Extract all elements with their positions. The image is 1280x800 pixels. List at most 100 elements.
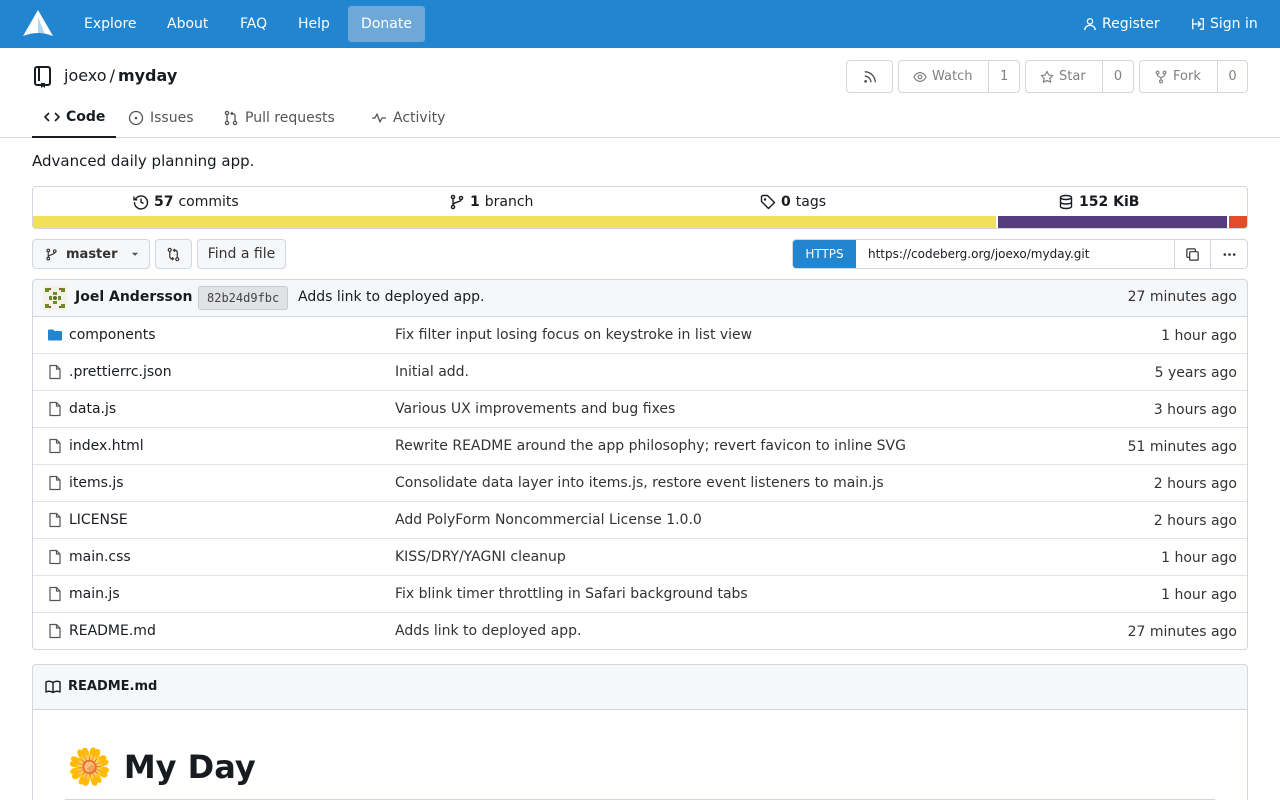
- repo-name-link[interactable]: myday: [118, 66, 177, 85]
- repo-stats: 57 commits 1 branch 0 tags 152 KiB: [32, 186, 1248, 229]
- compare-button[interactable]: [155, 239, 192, 269]
- star-count[interactable]: 0: [1102, 61, 1133, 92]
- register-link[interactable]: Register: [1083, 0, 1160, 48]
- file-name-link[interactable]: .prettierrc.json: [69, 364, 172, 380]
- nav-explore[interactable]: Explore: [84, 0, 137, 48]
- tags-label: tags: [795, 194, 826, 210]
- file-commit-message-link[interactable]: Add PolyForm Noncommercial License 1.0.0: [395, 512, 702, 528]
- size-value: 152 KiB: [1079, 194, 1140, 210]
- clone-protocol-button[interactable]: HTTPS: [793, 240, 856, 268]
- file-name-link[interactable]: main.js: [69, 586, 120, 602]
- commit-author-link[interactable]: Joel Andersson: [75, 289, 192, 305]
- branch-icon: [46, 248, 57, 260]
- signin-label: Sign in: [1210, 16, 1258, 32]
- file-commit-message-link[interactable]: Fix blink timer throttling in Safari bac…: [395, 586, 748, 602]
- tab-activity[interactable]: Activity: [371, 98, 445, 138]
- tab-pull-requests[interactable]: Pull requests: [223, 98, 335, 138]
- file-commit-message-link[interactable]: Fix filter input losing focus on keystro…: [395, 327, 752, 343]
- tag-icon: [760, 194, 776, 210]
- repo-owner-link[interactable]: joexo: [64, 66, 107, 85]
- file-commit-message-link[interactable]: Various UX improvements and bug fixes: [395, 401, 675, 417]
- nav-help[interactable]: Help: [298, 0, 330, 48]
- find-file-button[interactable]: Find a file: [197, 239, 286, 269]
- repo-icon: [34, 66, 51, 88]
- commits-stat[interactable]: 57 commits: [133, 187, 239, 217]
- repo-description: Advanced daily planning app.: [32, 152, 255, 170]
- signin-link[interactable]: Sign in: [1191, 0, 1258, 48]
- readme-heading: 🌼 My Day: [67, 743, 256, 791]
- fork-count[interactable]: 0: [1217, 61, 1247, 92]
- language-bar-segment[interactable]: [1228, 216, 1247, 228]
- table-row: main.js Fix blink timer throttling in Saf…: [33, 576, 1247, 613]
- star-button-group: Star 0: [1025, 60, 1134, 93]
- file-commit-time: 2 hours ago: [1153, 513, 1237, 529]
- register-label: Register: [1102, 16, 1160, 32]
- readme-header: README.md: [33, 665, 1247, 710]
- commits-count: 57: [154, 194, 174, 210]
- database-icon: [1059, 194, 1073, 210]
- star-button[interactable]: Star: [1026, 61, 1102, 92]
- file-name-link[interactable]: index.html: [69, 438, 144, 454]
- table-row: README.md Adds link to deployed app. 27 mi…: [33, 613, 1247, 649]
- nav-faq[interactable]: FAQ: [240, 0, 267, 48]
- file-name-link[interactable]: LICENSE: [69, 512, 128, 528]
- branch-stat[interactable]: 1 branch: [449, 187, 533, 217]
- file-commit-time: 27 minutes ago: [1127, 624, 1237, 640]
- file-commit-time: 51 minutes ago: [1127, 439, 1237, 455]
- copy-url-button[interactable]: [1175, 240, 1211, 268]
- avatar[interactable]: [43, 286, 67, 310]
- pull-request-icon: [224, 110, 238, 126]
- language-bar[interactable]: [33, 216, 1247, 228]
- file-name-link[interactable]: README.md: [69, 623, 156, 639]
- table-row: index.html Rewrite README around the app …: [33, 428, 1247, 465]
- file-name-link[interactable]: items.js: [69, 475, 124, 491]
- file-icon: [49, 364, 61, 380]
- language-bar-segment[interactable]: [33, 216, 997, 228]
- tab-activity-label: Activity: [393, 110, 446, 126]
- watch-button[interactable]: Watch: [899, 61, 988, 92]
- codeberg-logo-icon[interactable]: [22, 9, 54, 39]
- commit-message-link[interactable]: Adds link to deployed app.: [298, 289, 484, 305]
- file-icon: [49, 475, 61, 491]
- watch-count[interactable]: 1: [988, 61, 1019, 92]
- file-commit-time: 5 years ago: [1154, 365, 1237, 381]
- repo-title: joexo / myday: [64, 66, 177, 86]
- more-options-button[interactable]: [1211, 240, 1247, 268]
- fork-button[interactable]: Fork: [1140, 61, 1217, 92]
- book-icon: [45, 680, 61, 694]
- fork-label: Fork: [1173, 69, 1201, 84]
- copy-icon: [1186, 247, 1199, 261]
- commit-sha-link[interactable]: 82b24d9fbc: [198, 286, 289, 310]
- clone-url-input[interactable]: https://codeberg.org/joexo/myday.git: [856, 240, 1175, 268]
- file-commit-message-link[interactable]: Initial add.: [395, 364, 469, 380]
- star-icon: [1040, 70, 1054, 83]
- file-list: components Fix filter input losing focus …: [33, 317, 1247, 649]
- tags-count: 0: [781, 194, 791, 210]
- tags-stat[interactable]: 0 tags: [760, 187, 826, 217]
- file-name-link[interactable]: components: [69, 327, 156, 343]
- clone-panel: HTTPS https://codeberg.org/joexo/myday.g…: [792, 239, 1248, 269]
- eye-icon: [913, 71, 927, 82]
- table-row: .prettierrc.json Initial add. 5 years ago: [33, 354, 1247, 391]
- branch-selector[interactable]: master: [32, 239, 150, 269]
- donate-button[interactable]: Donate: [348, 6, 425, 42]
- nav-about[interactable]: About: [167, 0, 208, 48]
- file-icon: [49, 401, 61, 417]
- tab-issues[interactable]: Issues: [128, 98, 194, 138]
- pulse-icon: [372, 113, 386, 123]
- repo-separator: /: [109, 66, 115, 85]
- file-name-link[interactable]: main.css: [69, 549, 131, 565]
- file-commit-message-link[interactable]: KISS/DRY/YAGNI cleanup: [395, 549, 566, 565]
- file-icon: [49, 623, 61, 639]
- file-name-link[interactable]: data.js: [69, 401, 116, 417]
- rss-button[interactable]: [846, 60, 893, 93]
- file-commit-message-link[interactable]: Rewrite README around the app philosophy…: [395, 438, 906, 454]
- file-commit-time: 1 hour ago: [1161, 328, 1237, 344]
- commit-time: 27 minutes ago: [1127, 289, 1237, 305]
- tab-code[interactable]: Code: [32, 98, 116, 138]
- watch-button-group: Watch 1: [898, 60, 1020, 93]
- tab-pull-requests-label: Pull requests: [245, 110, 335, 126]
- file-commit-message-link[interactable]: Adds link to deployed app.: [395, 623, 581, 639]
- file-commit-message-link[interactable]: Consolidate data layer into items.js, re…: [395, 475, 884, 491]
- language-bar-segment[interactable]: [998, 216, 1227, 228]
